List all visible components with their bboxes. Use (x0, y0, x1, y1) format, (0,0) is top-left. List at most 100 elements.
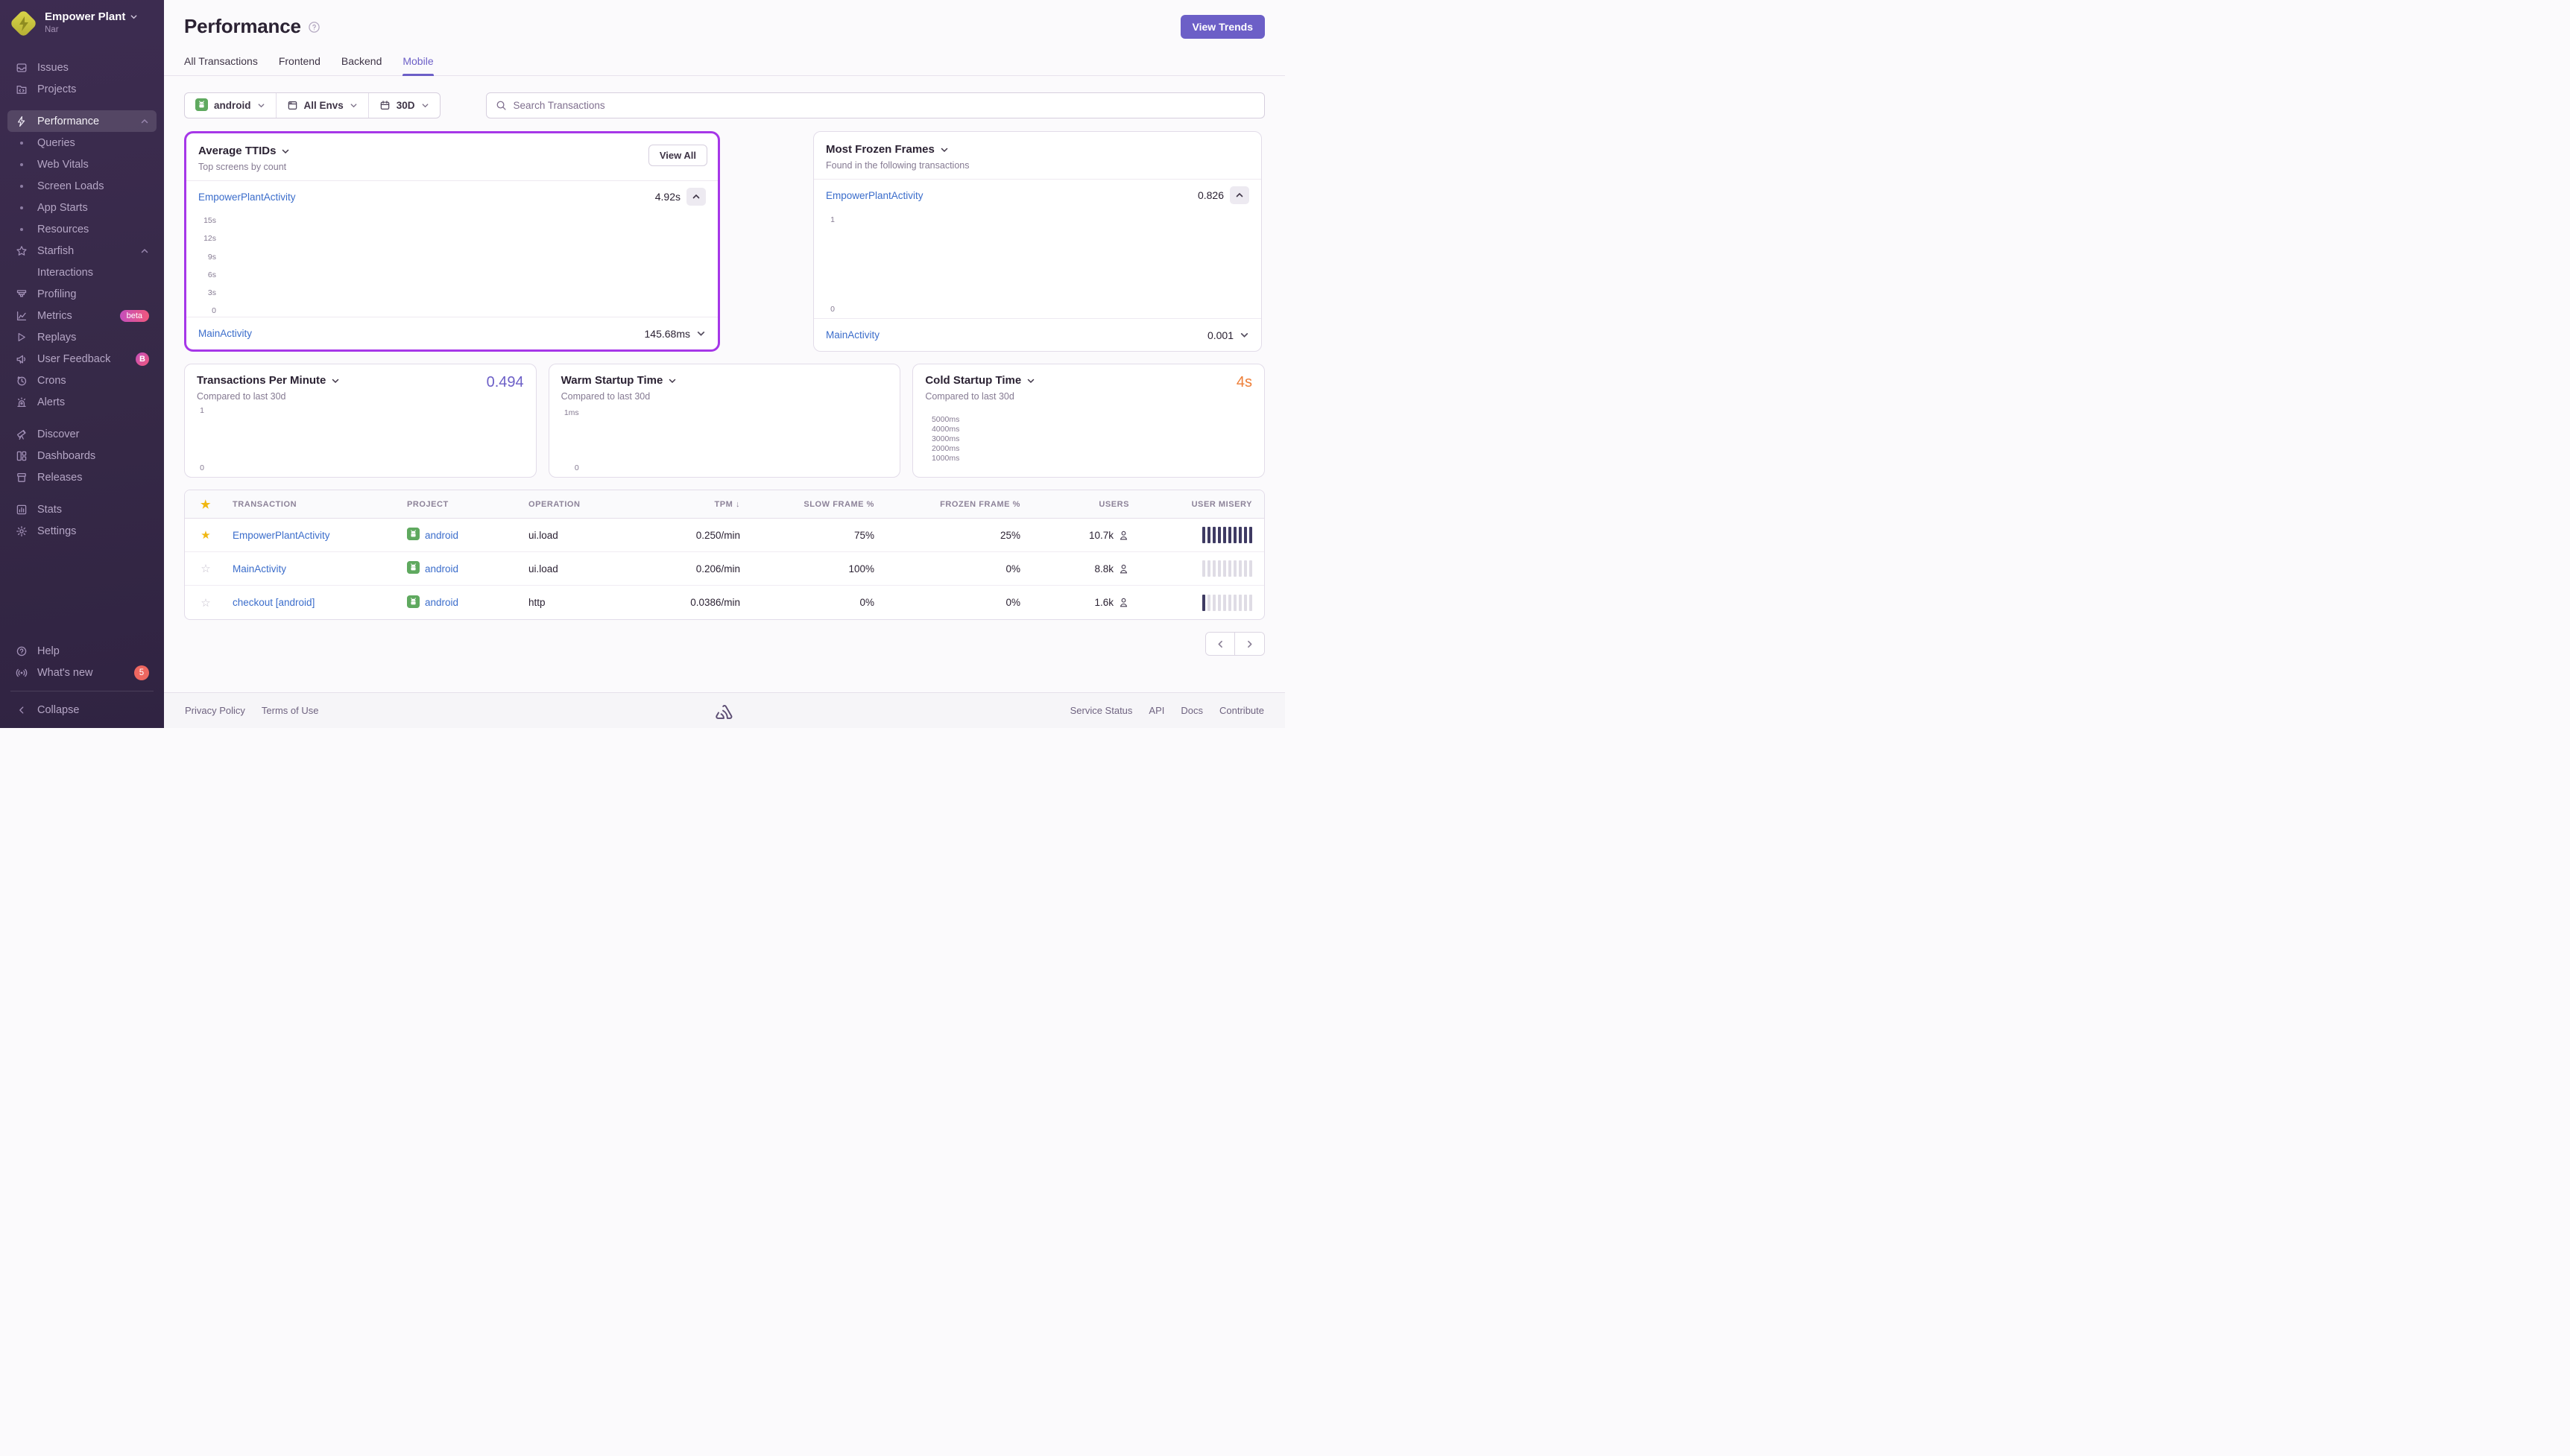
sidebar-item-issues[interactable]: Issues (7, 57, 157, 78)
col-project[interactable]: PROJECT (401, 500, 522, 509)
api-link[interactable]: API (1149, 705, 1164, 716)
tab-frontend[interactable]: Frontend (279, 55, 321, 75)
user-misery-bars (1202, 527, 1252, 543)
transaction-link[interactable]: EmpowerPlantActivity (198, 192, 296, 203)
sidebar-item-screen-loads[interactable]: Screen Loads (7, 175, 157, 197)
sidebar-item-resources[interactable]: Resources (7, 218, 157, 240)
view-trends-button[interactable]: View Trends (1180, 15, 1265, 39)
tpm-title[interactable]: Transactions Per Minute (197, 374, 340, 387)
transaction-link[interactable]: MainActivity (198, 328, 252, 339)
environment-filter[interactable]: All Envs (277, 93, 369, 118)
col-slow-frame[interactable]: SLOW FRAME % (746, 500, 880, 509)
sidebar-item-web-vitals[interactable]: Web Vitals (7, 153, 157, 175)
help-tooltip-icon[interactable] (308, 21, 321, 34)
chevron-up-icon[interactable] (140, 117, 149, 126)
sidebar-item-releases[interactable]: Releases (7, 466, 157, 488)
star-column-header-icon[interactable]: ★ (201, 498, 211, 511)
transaction-link[interactable]: checkout [android] (233, 597, 315, 608)
sidebar-item-queries[interactable]: Queries (7, 132, 157, 153)
next-page-button[interactable] (1235, 633, 1264, 655)
col-user-misery[interactable]: USER MISERY (1135, 500, 1264, 509)
whats-new-count-badge: 5 (134, 665, 149, 680)
sidebar-item-label: Issues (37, 61, 69, 74)
user-icon (1120, 564, 1128, 573)
star-toggle-icon[interactable]: ☆ (201, 597, 210, 610)
service-status-link[interactable]: Service Status (1070, 705, 1133, 716)
warm-startup-title[interactable]: Warm Startup Time (561, 374, 678, 387)
col-tpm[interactable]: TPM ↓ (649, 500, 746, 509)
search-input[interactable] (513, 100, 1255, 111)
sidebar-item-dashboards[interactable]: Dashboards (7, 445, 157, 466)
date-range-filter[interactable]: 30D (369, 93, 440, 118)
broadcast-icon (15, 666, 28, 679)
chevron-left-icon (1218, 640, 1222, 648)
sidebar-item-profiling[interactable]: Profiling (7, 283, 157, 305)
terms-of-use-link[interactable]: Terms of Use (262, 705, 319, 716)
sidebar-collapse-button[interactable]: Collapse (7, 699, 157, 721)
col-operation[interactable]: OPERATION (522, 500, 649, 509)
sidebar-item-metrics[interactable]: Metrics beta (7, 305, 157, 326)
sidebar-item-crons[interactable]: Crons (7, 370, 157, 391)
transaction-link[interactable]: MainActivity (826, 329, 880, 341)
transaction-link[interactable]: EmpowerPlantActivity (233, 530, 330, 541)
sidebar-item-label: Releases (37, 471, 83, 484)
chevron-up-icon (692, 194, 700, 199)
sidebar-item-starfish[interactable]: Starfish (7, 240, 157, 262)
frozen-frame-cell: 0% (1005, 563, 1020, 575)
search-transactions-box (485, 92, 1265, 118)
tab-backend[interactable]: Backend (341, 55, 382, 75)
user-icon (1120, 531, 1128, 539)
project-link[interactable]: android (425, 563, 458, 575)
star-toggle-icon[interactable]: ☆ (201, 563, 210, 575)
expand-row-button[interactable] (1240, 330, 1249, 340)
area-chart (212, 408, 524, 468)
project-link[interactable]: android (425, 530, 458, 541)
chevron-down-icon (282, 149, 289, 153)
sidebar-item-whats-new[interactable]: What's new 5 (7, 662, 157, 683)
users-cell: 1.6k (1094, 597, 1114, 608)
most-frozen-frames-title[interactable]: Most Frozen Frames (826, 143, 1249, 156)
sidebar-item-app-starts[interactable]: App Starts (7, 197, 157, 218)
col-users[interactable]: USERS (1026, 500, 1135, 509)
contribute-link[interactable]: Contribute (1219, 705, 1264, 716)
area-chart (967, 408, 1252, 468)
ttids-value: 145.68ms (644, 327, 690, 340)
project-filter[interactable]: android (185, 93, 277, 118)
expand-row-button[interactable] (696, 329, 706, 338)
sidebar-item-help[interactable]: Help (7, 640, 157, 662)
android-icon (195, 98, 208, 113)
col-frozen-frame[interactable]: FROZEN FRAME % (880, 500, 1026, 509)
sidebar-item-settings[interactable]: Settings (7, 520, 157, 542)
cold-startup-title[interactable]: Cold Startup Time (925, 374, 1035, 387)
sidebar-item-performance[interactable]: Performance (7, 110, 157, 132)
sidebar-item-alerts[interactable]: Alerts (7, 391, 157, 413)
chevron-up-icon[interactable] (140, 247, 149, 256)
sort-descending-icon: ↓ (735, 499, 740, 509)
sidebar-item-replays[interactable]: Replays (7, 326, 157, 348)
transaction-link[interactable]: EmpowerPlantActivity (826, 190, 924, 201)
performance-lightning-icon (15, 115, 28, 127)
privacy-policy-link[interactable]: Privacy Policy (185, 705, 245, 716)
tab-mobile[interactable]: Mobile (402, 55, 434, 76)
sidebar-item-projects[interactable]: Projects (7, 78, 157, 100)
project-link[interactable]: android (425, 597, 458, 608)
sidebar-item-discover[interactable]: Discover (7, 423, 157, 445)
docs-link[interactable]: Docs (1181, 705, 1203, 716)
transactions-table: ★ TRANSACTION PROJECT OPERATION TPM ↓ SL… (184, 490, 1265, 620)
tab-all-transactions[interactable]: All Transactions (184, 55, 258, 75)
chevron-down-icon (422, 104, 428, 108)
view-all-button[interactable]: View All (648, 145, 707, 166)
star-toggle-icon[interactable]: ★ (201, 529, 210, 542)
previous-page-button[interactable] (1206, 633, 1235, 655)
sidebar-item-interactions[interactable]: Interactions (7, 262, 157, 283)
ttids-row-collapsed: MainActivity 145.68ms (186, 317, 718, 349)
transaction-link[interactable]: MainActivity (233, 563, 286, 575)
collapse-row-button[interactable] (1230, 186, 1249, 204)
col-transaction[interactable]: TRANSACTION (227, 500, 401, 509)
collapse-row-button[interactable] (686, 188, 706, 206)
sidebar-item-stats[interactable]: Stats (7, 498, 157, 520)
sidebar-item-user-feedback[interactable]: User Feedback B (7, 348, 157, 370)
average-ttids-title[interactable]: Average TTIDs (198, 145, 706, 157)
org-switcher[interactable]: Empower Plant Nar (0, 0, 164, 42)
table-header-row: ★ TRANSACTION PROJECT OPERATION TPM ↓ SL… (185, 490, 1264, 519)
